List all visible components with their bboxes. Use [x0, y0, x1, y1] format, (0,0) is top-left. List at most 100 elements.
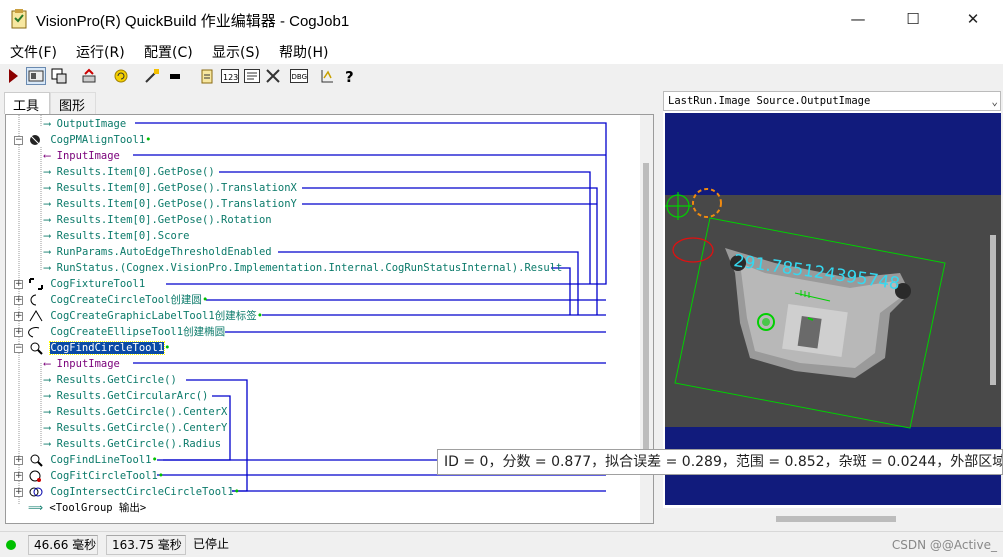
- tree-item-translationy[interactable]: ⟶ Results.Item[0].GetPose().TranslationY: [44, 196, 297, 212]
- tree-item-findcircletool[interactable]: CogFindCircleTool1•: [28, 340, 170, 356]
- edit-icon[interactable]: [198, 67, 216, 85]
- tab-strip: 工具 图形: [0, 92, 655, 114]
- tree-item-outputimage[interactable]: ⟶ OutputImage: [44, 116, 126, 132]
- image-horizontal-scrollbar[interactable]: [663, 512, 1001, 526]
- tree-item-centerx[interactable]: ⟶ Results.GetCircle().CenterX: [44, 404, 227, 420]
- status-state: 已停止: [188, 535, 268, 555]
- tree-item-inputimage[interactable]: ⟵ InputImage: [44, 148, 120, 164]
- tree-item-label: CogCreateCircleTool创建圆: [50, 294, 202, 306]
- tree-item-findlinetool[interactable]: CogFindLineTool1•: [28, 452, 158, 468]
- create-ellipse-icon: [28, 327, 40, 338]
- expand-icon[interactable]: +: [14, 488, 23, 497]
- tree-item-radius[interactable]: ⟶ Results.GetCircle().Radius: [44, 436, 221, 452]
- menu-run[interactable]: 运行(R): [76, 42, 125, 62]
- image-source-select[interactable]: LastRun.Image Source.OutputImage ⌄: [663, 91, 1001, 111]
- tree-item-label: Results.GetCircle().CenterX: [56, 406, 228, 418]
- tree-item-label: CogPMAlignTool1: [50, 134, 146, 146]
- expand-icon[interactable]: +: [14, 296, 23, 305]
- help-icon[interactable]: ?: [341, 67, 359, 85]
- tree-item-autoedge[interactable]: ⟶ RunParams.AutoEdgeThresholdEnabled: [44, 244, 272, 260]
- tree-item-createellipse[interactable]: CogCreateEllipseTool1创建椭圆: [28, 324, 225, 340]
- maximize-icon: ☐: [906, 10, 920, 28]
- image-canvas[interactable]: 291.785124395748: [665, 113, 1001, 505]
- minimize-icon: —: [850, 10, 866, 28]
- view-icon[interactable]: [50, 67, 68, 85]
- tree-item-label: CogFitCircleTool1: [50, 470, 158, 482]
- app-icon: [11, 9, 27, 29]
- expand-icon[interactable]: +: [14, 312, 23, 321]
- menu-config[interactable]: 配置(C): [144, 42, 193, 62]
- tree-item-createcircle[interactable]: CogCreateCircleTool创建圆•: [28, 292, 208, 308]
- tree-item-intersectcircle[interactable]: CogIntersectCircleCircleTool1•: [28, 484, 240, 500]
- tree-item-group-output[interactable]: ⟹ <ToolGroup 输出>: [28, 500, 146, 516]
- menu-help[interactable]: 帮助(H): [279, 42, 328, 62]
- tree-item-findcircle-input[interactable]: ⟵ InputImage: [44, 356, 120, 372]
- tree-item-label: Results.Item[0].GetPose().TranslationX: [56, 182, 297, 194]
- number-icon[interactable]: 123: [220, 67, 240, 85]
- tree-item-fitcircletool[interactable]: CogFitCircleTool1•: [28, 468, 164, 484]
- find-circle-icon: [30, 342, 43, 355]
- menu-display[interactable]: 显示(S): [212, 42, 260, 62]
- status-time-total: 163.75 毫秒: [106, 535, 186, 555]
- expand-icon[interactable]: +: [14, 280, 23, 289]
- tree-item-label: CogFixtureTool1: [50, 278, 146, 290]
- tree-item-label: <ToolGroup 输出>: [49, 502, 147, 514]
- expand-icon[interactable]: +: [14, 472, 23, 481]
- collapse-icon[interactable]: −: [14, 136, 23, 145]
- tab-graphics[interactable]: 图形: [50, 92, 96, 114]
- tools-icon[interactable]: [264, 67, 282, 85]
- tree-item-label: Results.Item[0].GetPose(): [56, 166, 215, 178]
- title-bar: VisionPro(R) QuickBuild 作业编辑器 - CogJob1 …: [0, 0, 1003, 38]
- wand-icon[interactable]: [143, 67, 161, 85]
- run-once-icon[interactable]: [26, 67, 46, 85]
- tree-item-createlabel[interactable]: CogCreateGraphicLabelTool1创建标签•: [28, 308, 263, 324]
- maximize-button[interactable]: ☐: [890, 0, 936, 38]
- tree-item-getpose[interactable]: ⟶ Results.Item[0].GetPose(): [44, 164, 215, 180]
- image-vertical-scroll-thumb[interactable]: [990, 235, 996, 385]
- tree-item-centery[interactable]: ⟶ Results.GetCircle().CenterY: [44, 420, 227, 436]
- tree-item-pmaligntool[interactable]: CogPMAlignTool1•: [28, 132, 151, 148]
- tree-scroll-thumb[interactable]: [643, 163, 649, 463]
- tree-item-label: Results.Item[0].GetPose().Rotation: [56, 214, 272, 226]
- expand-icon[interactable]: +: [14, 456, 23, 465]
- tree-item-runstatus[interactable]: ⟶ RunStatus.(Cognex.VisionPro.Implementa…: [44, 260, 562, 276]
- tree-item-label: OutputImage: [56, 118, 127, 130]
- close-button[interactable]: ✕: [950, 0, 996, 38]
- tab-graphics-label: 图形: [59, 99, 86, 114]
- svg-text:DBG: DBG: [292, 73, 308, 81]
- tree-item-label: CogIntersectCircleCircleTool1: [50, 486, 234, 498]
- tree-item-label-selected: CogFindCircleTool1: [49, 341, 166, 355]
- tree-item-score[interactable]: ⟶ Results.Item[0].Score: [44, 228, 189, 244]
- tree-item-fixturetool[interactable]: CogFixtureTool1: [28, 276, 145, 292]
- tree-item-label: Results.GetCircle().Radius: [56, 438, 222, 450]
- menu-file[interactable]: 文件(F): [10, 42, 57, 62]
- expand-icon[interactable]: +: [14, 328, 23, 337]
- minimize-button[interactable]: —: [835, 0, 881, 38]
- align-icon[interactable]: [318, 67, 336, 85]
- svg-text:123: 123: [223, 73, 238, 82]
- tree-item-rotation[interactable]: ⟶ Results.Item[0].GetPose().Rotation: [44, 212, 272, 228]
- intersect-circle-icon: [29, 487, 43, 497]
- result-tooltip: ID = 0，分数 = 0.877，拟合误差 = 0.289，范围 = 0.85…: [437, 449, 1003, 475]
- svg-text:?: ?: [345, 68, 354, 84]
- debug-icon[interactable]: DBG: [289, 67, 309, 85]
- reset-icon[interactable]: [80, 67, 98, 85]
- tree-item-getcirculararc[interactable]: ⟶ Results.GetCircularArc(): [44, 388, 208, 404]
- loop-icon[interactable]: [112, 67, 130, 85]
- pmalign-tool-icon: [30, 135, 40, 145]
- image-scroll-thumb[interactable]: [776, 516, 896, 522]
- tree-item-getcircle[interactable]: ⟶ Results.GetCircle(): [44, 372, 177, 388]
- run-icon[interactable]: [4, 67, 22, 85]
- image-display-panel: LastRun.Image Source.OutputImage ⌄ 291.7…: [663, 91, 1001, 508]
- fit-circle-icon: [29, 470, 41, 482]
- tab-tools[interactable]: 工具: [4, 92, 50, 114]
- menu-bar: 文件(F) 运行(R) 配置(C) 显示(S) 帮助(H): [0, 38, 1003, 64]
- image-source-value: LastRun.Image Source.OutputImage: [668, 95, 871, 107]
- tree-item-label: Results.Item[0].GetPose().TranslationY: [56, 198, 297, 210]
- tree-item-translationx[interactable]: ⟶ Results.Item[0].GetPose().TranslationX: [44, 180, 297, 196]
- watermark: CSDN @@Active_: [891, 538, 997, 552]
- display-icon[interactable]: [243, 67, 261, 85]
- collapse-icon[interactable]: −: [14, 344, 23, 353]
- stop-icon[interactable]: [166, 67, 184, 85]
- tree-item-label: InputImage: [56, 150, 120, 162]
